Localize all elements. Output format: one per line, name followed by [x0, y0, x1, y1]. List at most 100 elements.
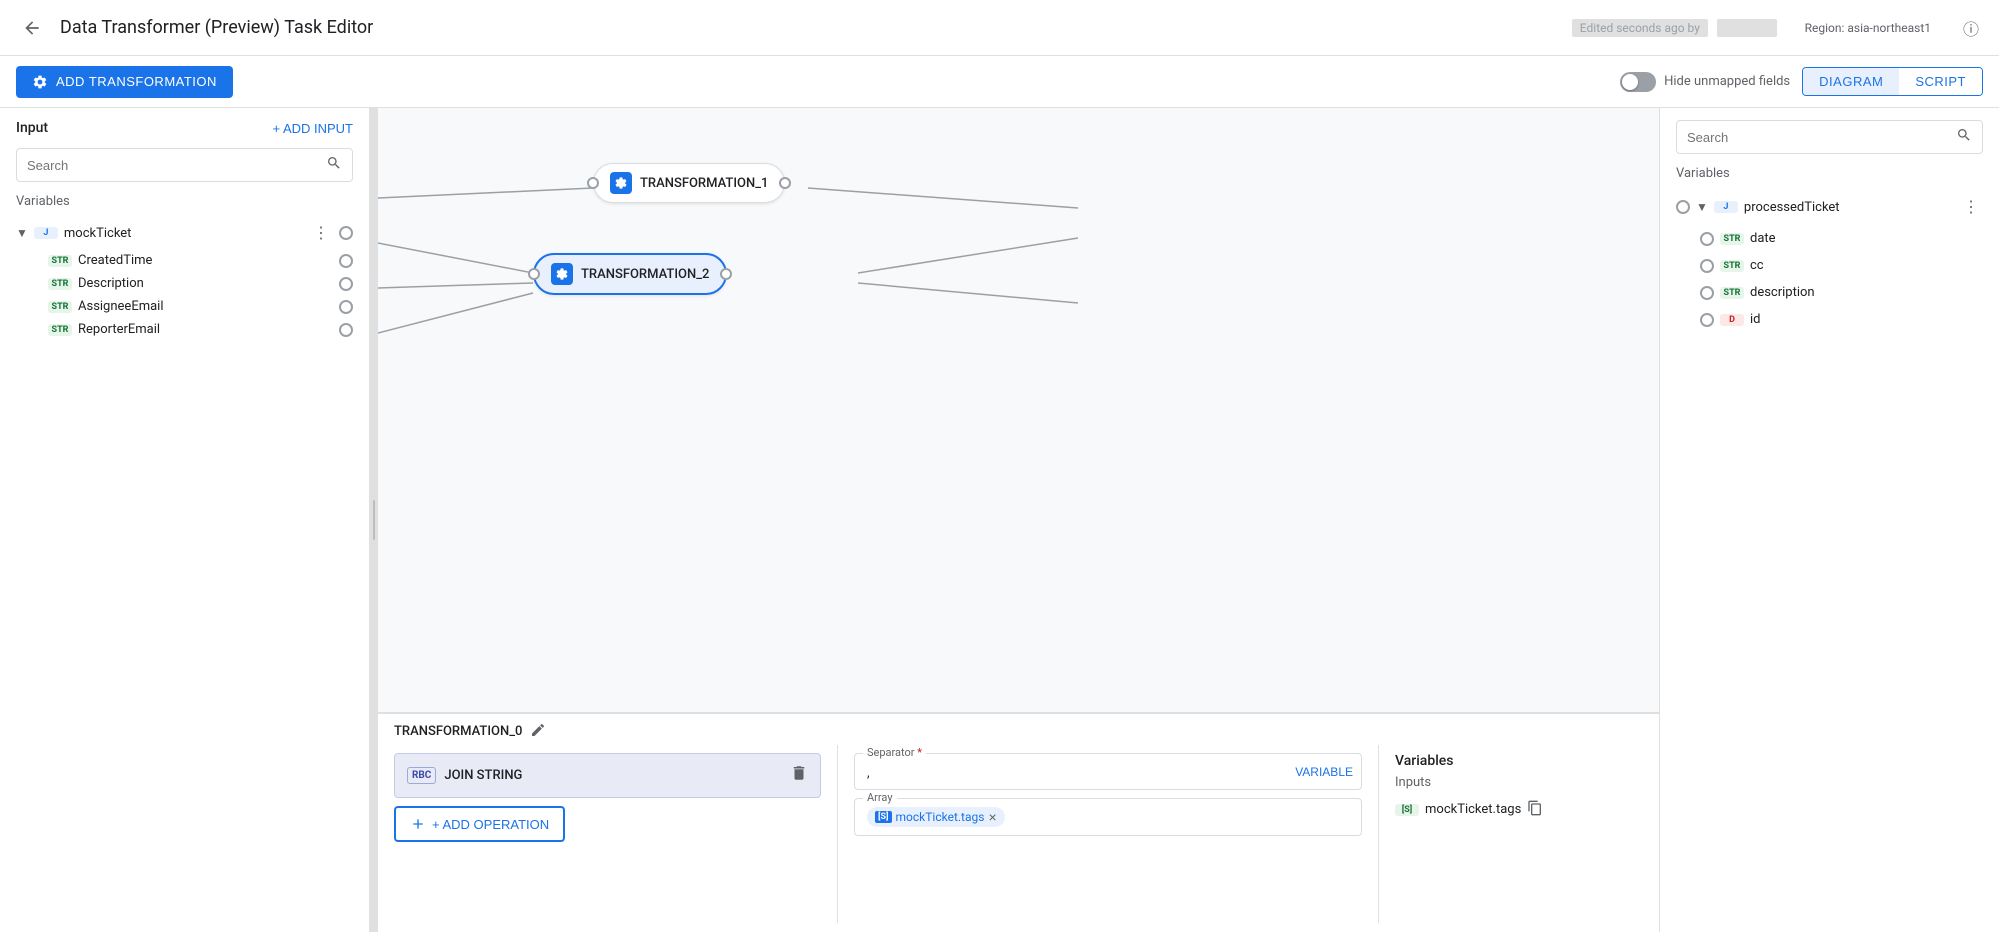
add-operation-button[interactable]: + ADD OPERATION: [394, 806, 565, 842]
right-sub-variable-description: STR description: [1676, 279, 1983, 306]
app-header: Data Transformer (Preview) Task Editor E…: [0, 0, 1999, 56]
right-sub-variable-id: D id: [1676, 306, 1983, 333]
hide-unmapped-label: Hide unmapped fields: [1664, 74, 1790, 89]
more-options-button[interactable]: ⋮: [309, 221, 333, 245]
variable-row-mockticket[interactable]: ▼ J mockTicket ⋮: [16, 217, 353, 249]
sub-variable-assigneeemail: STR AssigneeEmail: [16, 295, 353, 318]
sub-variable-description: STR Description: [16, 272, 353, 295]
bottom-var-name: mockTicket.tags: [1425, 802, 1521, 817]
right-expand-icon: ▼: [1696, 200, 1708, 214]
left-search-box: [16, 148, 353, 182]
type-badge-s: [S]: [1395, 804, 1419, 816]
right-variable-name-processedticket: processedTicket: [1744, 200, 1953, 215]
connector-dot-assigneeemail: [339, 300, 353, 314]
toggle-switch[interactable]: [1620, 72, 1656, 92]
hide-unmapped-toggle: Hide unmapped fields: [1620, 72, 1790, 92]
variable-name-assigneeemail: AssigneeEmail: [78, 299, 333, 314]
left-panel: Input + ADD INPUT Variables ▼ J mockTick…: [0, 108, 370, 932]
right-type-str-cc: STR: [1720, 260, 1744, 272]
transformation-1-node[interactable]: TRANSFORMATION_1: [593, 163, 785, 203]
right-type-str-date: STR: [1720, 233, 1744, 245]
t2-label: TRANSFORMATION_2: [581, 267, 709, 282]
bottom-var-row: [S] mockTicket.tags: [1395, 796, 1643, 823]
array-chip-mocktickettags: [S] mockTicket.tags ×: [867, 807, 1005, 827]
expand-arrow-icon: ▼: [16, 226, 28, 240]
bottom-right-panel: Variables Inputs [S] mockTicket.tags: [1379, 745, 1659, 923]
right-search-box: [1676, 120, 1983, 154]
add-transformation-button[interactable]: ADD TRANSFORMATION: [16, 66, 233, 98]
bottom-panel: TRANSFORMATION_0 RBC JOIN STRING: [378, 712, 1659, 932]
right-type-badge-j: J: [1714, 201, 1738, 213]
chip-remove-button[interactable]: ×: [988, 810, 996, 824]
array-chips: [S] mockTicket.tags ×: [867, 807, 1349, 827]
copy-button[interactable]: [1527, 800, 1543, 819]
right-type-str-description: STR: [1720, 287, 1744, 299]
right-variable-name-date: date: [1750, 231, 1983, 246]
left-variables-section: Variables ▼ J mockTicket ⋮ STR CreatedTi…: [0, 190, 369, 349]
type-badge-j: J: [34, 227, 58, 239]
canvas-area[interactable]: TRANSFORMATION_1 TRANSFORMATION_2 TRANSF…: [378, 108, 1659, 932]
right-variables-section: Variables ▼ J processedTicket ⋮ STR date…: [1660, 162, 1999, 341]
edit-name-button[interactable]: [530, 722, 546, 741]
right-search-input[interactable]: [1687, 130, 1948, 145]
connector-dot-right: [339, 226, 353, 240]
join-string-operation[interactable]: RBC JOIN STRING: [394, 753, 821, 798]
array-label: Array: [863, 791, 897, 804]
bottom-panel-header: TRANSFORMATION_0: [378, 714, 1659, 745]
diagram-tab[interactable]: DIAGRAM: [1803, 68, 1899, 95]
right-sub-variable-date: STR date: [1676, 225, 1983, 252]
main-area: Input + ADD INPUT Variables ▼ J mockTick…: [0, 108, 1999, 932]
chip-badge: [S]: [875, 811, 892, 823]
t1-label: TRANSFORMATION_1: [640, 176, 768, 191]
search-icon: [326, 155, 342, 175]
delete-operation-button[interactable]: [790, 764, 808, 787]
transformation-name-label: TRANSFORMATION_0: [394, 724, 522, 739]
variable-name-description: Description: [78, 276, 333, 291]
right-more-options-button[interactable]: ⋮: [1959, 195, 1983, 219]
required-indicator: *: [917, 746, 922, 759]
type-badge-str: STR: [48, 255, 72, 267]
right-connector-date: [1700, 232, 1714, 246]
bottom-variables-title: Variables: [1395, 753, 1643, 769]
t1-gear-icon: [610, 172, 632, 194]
connector-dot-reporteremail: [339, 323, 353, 337]
add-input-button[interactable]: + ADD INPUT: [272, 121, 353, 136]
back-button[interactable]: [16, 12, 48, 44]
right-variable-name-id: id: [1750, 312, 1983, 327]
script-tab[interactable]: SCRIPT: [1899, 68, 1982, 95]
bottom-inputs-title: Inputs: [1395, 775, 1643, 790]
bottom-left-panel: RBC JOIN STRING + ADD OPERATION: [378, 745, 838, 923]
right-variable-row-processedticket[interactable]: ▼ J processedTicket ⋮: [1676, 189, 1983, 225]
page-title: Data Transformer (Preview) Task Editor: [60, 17, 1560, 38]
resize-handle: [370, 108, 378, 932]
variable-name-createdtime: CreatedTime: [78, 253, 333, 268]
edit-meta: Edited seconds ago by: [1572, 21, 1777, 35]
variable-name-reporteremail: ReporterEmail: [78, 322, 333, 337]
right-connector-cc: [1700, 259, 1714, 273]
t1-connector-right: [779, 177, 791, 189]
right-variable-name-description: description: [1750, 285, 1983, 300]
transformation-2-node[interactable]: TRANSFORMATION_2: [533, 253, 727, 295]
bottom-middle-panel: Separator * , VARIABLE Array: [838, 745, 1379, 923]
right-variables-label: Variables: [1676, 166, 1983, 181]
input-panel-title: Input: [16, 120, 48, 136]
connector-dot-createdtime: [339, 254, 353, 268]
left-search-input[interactable]: [27, 158, 318, 173]
variable-button[interactable]: VARIABLE: [1295, 765, 1353, 779]
info-button[interactable]: ⓘ: [1959, 16, 1983, 40]
right-sub-variable-cc: STR cc: [1676, 252, 1983, 279]
right-panel: Variables ▼ J processedTicket ⋮ STR date…: [1659, 108, 1999, 932]
chip-value: mockTicket.tags: [896, 810, 985, 824]
editor-name: [1717, 19, 1777, 37]
right-search-icon: [1956, 127, 1972, 147]
right-connector-id: [1700, 313, 1714, 327]
variables-label: Variables: [16, 194, 353, 209]
t2-gear-icon: [551, 263, 573, 285]
separator-label: Separator *: [863, 746, 926, 759]
array-field: Array [S] mockTicket.tags ×: [854, 798, 1362, 836]
join-string-label: JOIN STRING: [444, 768, 782, 783]
left-panel-header: Input + ADD INPUT: [0, 108, 369, 144]
t2-connector-left: [528, 268, 540, 280]
rbc-badge: RBC: [407, 767, 436, 784]
view-tabs: DIAGRAM SCRIPT: [1802, 67, 1983, 96]
